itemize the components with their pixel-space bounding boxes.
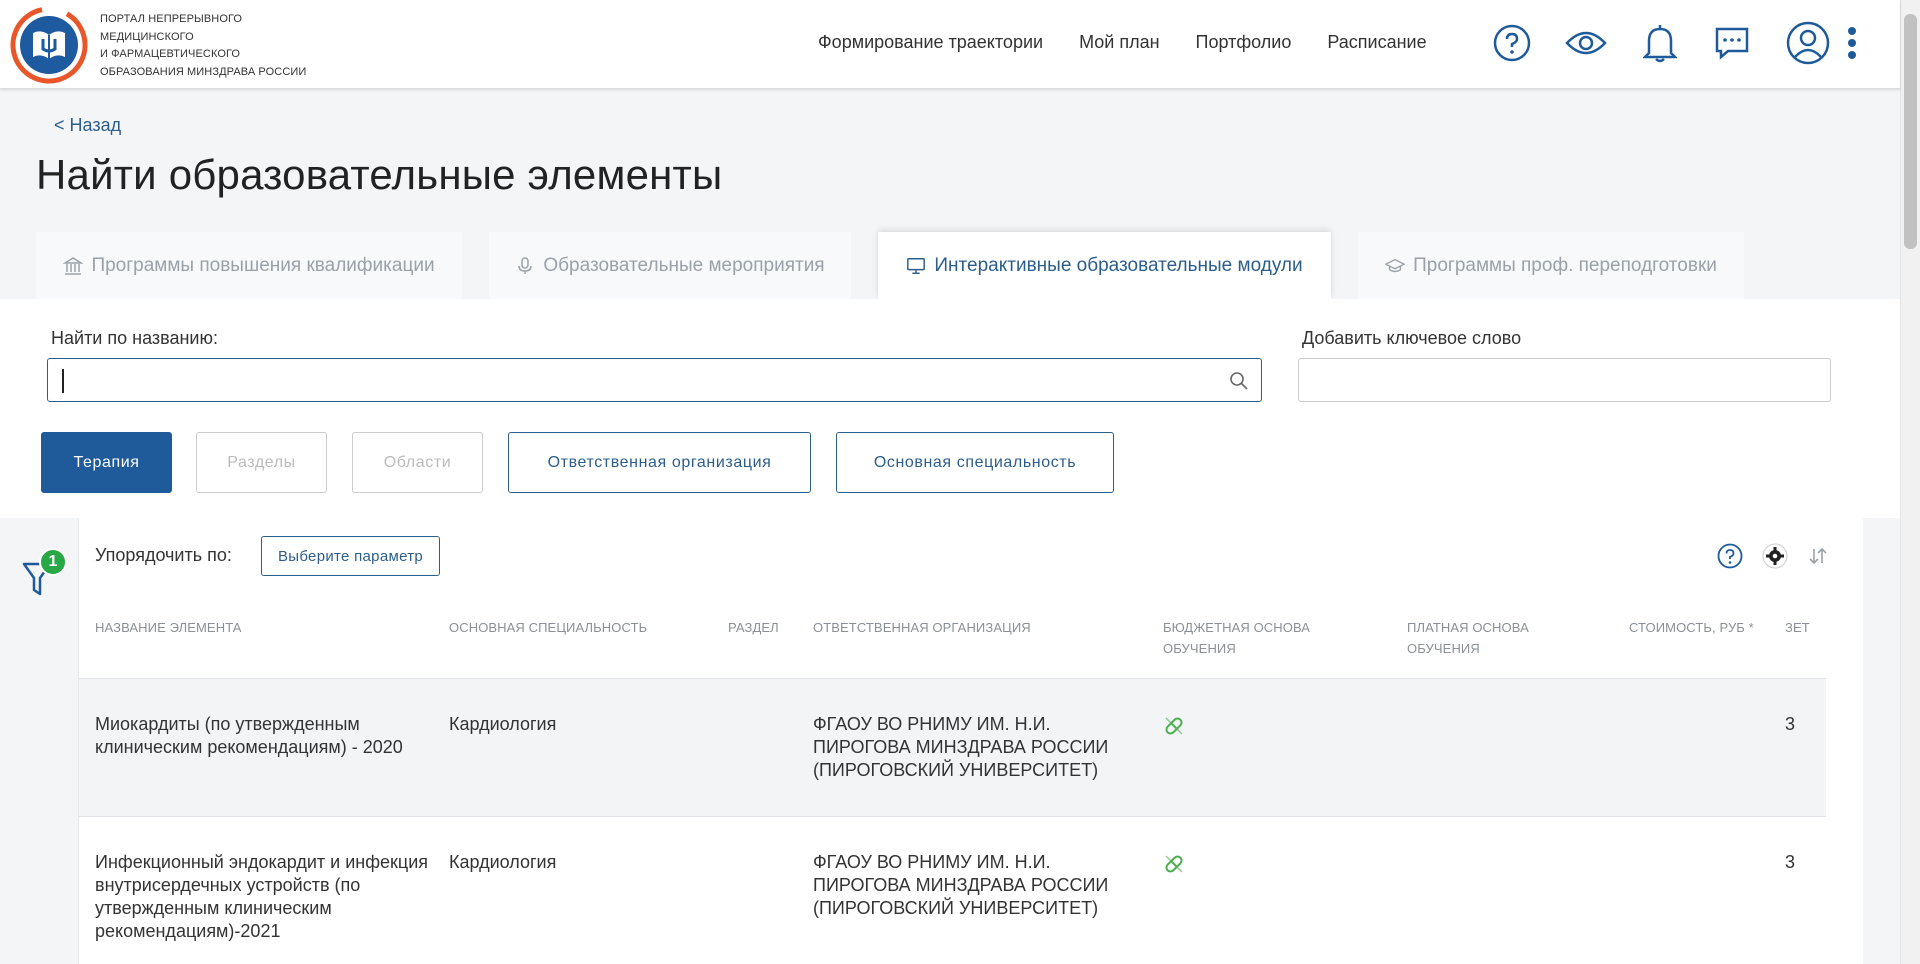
- tab-retraining-programs[interactable]: Программы проф. переподготовки: [1358, 232, 1744, 299]
- portal-name-line: МЕДИЦИНСКОГО: [100, 30, 194, 43]
- col-header-cost[interactable]: СТОИМОСТЬ, РУБ *: [1629, 617, 1759, 638]
- back-link[interactable]: < Назад: [54, 115, 121, 136]
- portal-name-line: И ФАРМАЦЕВТИЧЕСКОГО: [100, 48, 241, 60]
- table-help-icon[interactable]: [1714, 540, 1746, 572]
- bell-icon[interactable]: [1639, 22, 1681, 64]
- monitor-icon: [906, 256, 926, 276]
- more-vertical-icon[interactable]: [1834, 22, 1870, 64]
- filter-count-badge: 1: [39, 548, 67, 576]
- search-input[interactable]: [47, 358, 1262, 402]
- page-title: Найти образовательные элементы: [36, 151, 723, 198]
- col-header-section[interactable]: РАЗДЕЛ: [728, 617, 808, 638]
- col-header-name[interactable]: НАЗВАНИЕ ЭЛЕМЕНТА: [95, 617, 395, 638]
- top-header: ПОРТАЛ НЕПРЕРЫВНОГО МЕДИЦИНСКОГО И ФАРМА…: [0, 0, 1900, 89]
- chip-sections[interactable]: Разделы: [196, 432, 327, 493]
- portal-logo[interactable]: [9, 5, 89, 85]
- sort-label: Упорядочить по:: [95, 545, 232, 565]
- nav-trajectory[interactable]: Формирование траектории: [818, 32, 1043, 53]
- row-zet: 3: [1785, 852, 1796, 872]
- nav-portfolio[interactable]: Портфолио: [1196, 32, 1292, 53]
- sort-order-icon[interactable]: [1802, 540, 1834, 572]
- bank-icon: [63, 256, 84, 276]
- pill-icon: [1165, 855, 1183, 873]
- col-header-zet[interactable]: ЗЕТ: [1785, 617, 1825, 638]
- portal-name: ПОРТАЛ НЕПРЕРЫВНОГО МЕДИЦИНСКОГО И ФАРМА…: [100, 11, 330, 81]
- tab-label: Образовательные мероприятия: [543, 254, 825, 276]
- row-name[interactable]: Инфекционный эндокардит и инфекция внутр…: [95, 851, 435, 943]
- tab-label: Интерактивные образовательные модули: [934, 254, 1303, 276]
- text-caret: [62, 369, 64, 393]
- settings-gear-icon[interactable]: [1759, 540, 1791, 572]
- microphone-icon: [515, 256, 535, 276]
- row-org: ФГАОУ ВО РНИМУ ИМ. Н.И. ПИРОГОВА МИНЗДРА…: [813, 714, 1109, 780]
- portal-name-line: ОБРАЗОВАНИЯ МИНЗДРАВА РОССИИ: [100, 65, 307, 78]
- col-header-org[interactable]: ОТВЕТСТВЕННАЯ ОРГАНИЗАЦИЯ: [813, 617, 1113, 638]
- tab-interactive-modules[interactable]: Интерактивные образовательные модули: [878, 232, 1331, 299]
- row-specialty: Кардиология: [449, 714, 557, 734]
- scrollbar-thumb[interactable]: [1904, 14, 1917, 249]
- nav-my-plan[interactable]: Мой план: [1079, 32, 1159, 53]
- sort-select-button[interactable]: Выберите параметр: [261, 536, 440, 576]
- search-label: Найти по названию:: [51, 328, 218, 348]
- chip-responsible-org[interactable]: Ответственная организация: [508, 432, 811, 493]
- help-icon[interactable]: [1491, 22, 1533, 64]
- col-header-specialty[interactable]: ОСНОВНАЯ СПЕЦИАЛЬНОСТЬ: [449, 617, 709, 638]
- row-name[interactable]: Миокардиты (по утвержденным клиническим …: [95, 713, 435, 759]
- chat-icon[interactable]: [1711, 22, 1753, 64]
- tab-label: Программы повышения квалификации: [91, 254, 435, 276]
- keyword-label: Добавить ключевое слово: [1302, 328, 1522, 348]
- row-zet: 3: [1785, 714, 1796, 734]
- page-scrollbar[interactable]: [1900, 0, 1920, 964]
- keyword-input[interactable]: [1298, 358, 1831, 402]
- tab-educational-events[interactable]: Образовательные мероприятия: [489, 232, 851, 299]
- user-icon[interactable]: [1786, 21, 1830, 65]
- main-nav: Формирование траектории Мой план Портфол…: [818, 32, 1463, 53]
- search-icon[interactable]: [1229, 371, 1249, 391]
- col-header-paid[interactable]: ПЛАТНАЯ ОСНОВА ОБУЧЕНИЯ: [1407, 617, 1567, 659]
- eye-icon[interactable]: [1565, 22, 1607, 64]
- row-org: ФГАОУ ВО РНИМУ ИМ. Н.И. ПИРОГОВА МИНЗДРА…: [813, 852, 1109, 918]
- row-specialty: Кардиология: [449, 852, 557, 872]
- chip-therapy[interactable]: Терапия: [41, 432, 172, 493]
- col-header-budget[interactable]: БЮДЖЕТНАЯ ОСНОВА ОБУЧЕНИЯ: [1163, 617, 1323, 659]
- tab-label: Программы проф. переподготовки: [1413, 254, 1717, 276]
- tab-qualification-programs[interactable]: Программы повышения квалификации: [36, 232, 462, 299]
- graduation-cap-icon: [1385, 256, 1406, 276]
- nav-schedule[interactable]: Расписание: [1327, 32, 1426, 53]
- chip-areas[interactable]: Области: [352, 432, 483, 493]
- chip-main-specialty[interactable]: Основная специальность: [836, 432, 1114, 493]
- portal-name-line: ПОРТАЛ НЕПРЕРЫВНОГО: [100, 13, 243, 25]
- pill-icon: [1165, 717, 1183, 735]
